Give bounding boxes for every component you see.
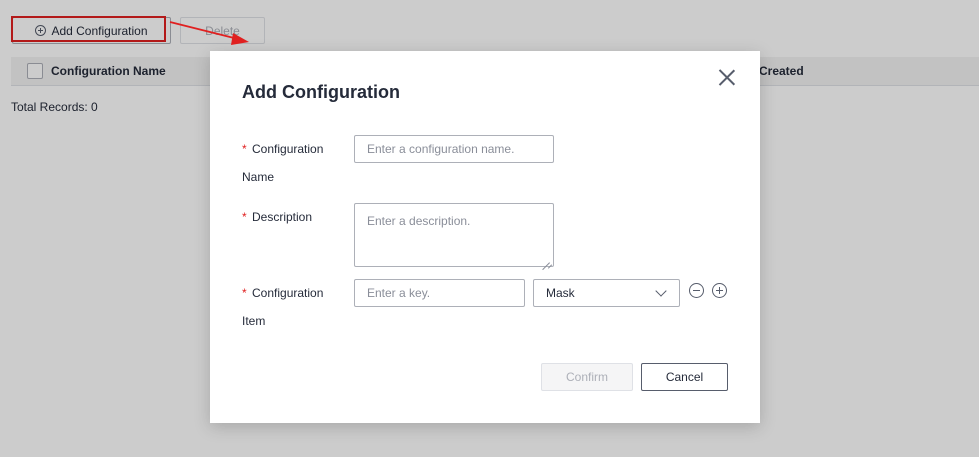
page: Add Configuration Delete Configuration N… [0,0,979,457]
label-text: Configuration [252,286,324,300]
cancel-label: Cancel [665,370,704,384]
add-item-icon[interactable] [712,283,727,298]
required-mark: * [242,286,247,300]
mask-select-value: Mask [546,286,575,300]
configuration-name-placeholder: Enter a configuration name. [367,142,515,156]
confirm-button[interactable]: Confirm [541,363,633,391]
mask-select[interactable]: Mask [533,279,680,307]
required-mark: * [242,142,247,156]
configuration-name-label: * Configuration Name [242,135,337,191]
dialog-title: Add Configuration [242,82,400,102]
description-label: * Description [242,203,337,231]
description-placeholder: Enter a description. [367,214,471,228]
key-input[interactable]: Enter a key. [354,279,525,307]
label-text-line2: Item [242,314,266,328]
label-text-line2: Name [242,170,275,184]
resize-handle-icon[interactable] [542,255,550,263]
chevron-down-icon [655,285,667,297]
confirm-label: Confirm [565,370,608,384]
configuration-name-input[interactable]: Enter a configuration name. [354,135,554,163]
configuration-item-label: * Configuration Item [242,279,337,335]
close-icon[interactable] [718,68,736,86]
cancel-button[interactable]: Cancel [641,363,728,391]
key-placeholder: Enter a key. [367,286,431,300]
label-text: Configuration [252,142,324,156]
add-configuration-dialog: Add Configuration * Configuration Name En… [210,51,760,423]
label-text: Description [252,210,313,224]
description-textarea[interactable]: Enter a description. [354,203,554,267]
required-mark: * [242,210,247,224]
remove-item-icon[interactable] [689,283,704,298]
